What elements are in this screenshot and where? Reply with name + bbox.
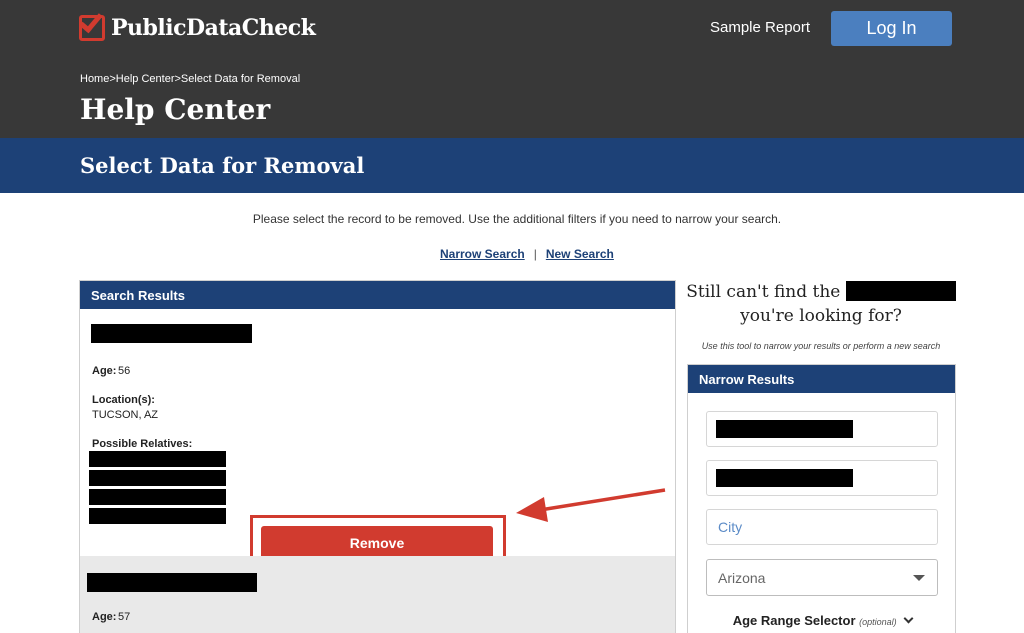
- dropdown-caret-icon: [913, 575, 925, 581]
- narrow-search-link[interactable]: Narrow Search: [440, 247, 525, 261]
- breadcrumb-help-center[interactable]: Help Center: [116, 73, 175, 85]
- last-name-field[interactable]: [706, 460, 938, 496]
- age-value: 56: [118, 365, 131, 377]
- site-logo[interactable]: PublicDataCheck: [79, 8, 316, 41]
- logo-text: PublicDataCheck: [111, 15, 316, 41]
- redacted-value: [716, 469, 853, 487]
- relatives-label: Possible Relatives:: [92, 438, 193, 450]
- result-record: Age: 56 Location(s): TUCSON, AZ Possible…: [80, 309, 675, 571]
- narrow-results-header: Narrow Results: [688, 365, 955, 393]
- redacted-name: [87, 573, 257, 592]
- sample-report-link[interactable]: Sample Report: [710, 19, 810, 36]
- redacted-relative: [89, 489, 226, 505]
- age-label: Age:: [92, 365, 117, 377]
- login-button[interactable]: Log In: [831, 11, 952, 46]
- result-record: Age: 57: [80, 556, 675, 633]
- redacted-name: [845, 281, 956, 301]
- page-title: Help Center: [80, 93, 271, 126]
- breadcrumb: Home>Help Center>Select Data for Removal: [80, 73, 300, 85]
- location-label: Location(s):: [92, 394, 155, 406]
- narrow-results-panel: Narrow Results City Arizona Age Range Se…: [687, 364, 956, 633]
- age-range-selector[interactable]: Age Range Selector (optional): [688, 613, 957, 628]
- first-name-field[interactable]: [706, 411, 938, 447]
- redacted-name: [91, 324, 252, 343]
- new-search-link[interactable]: New Search: [546, 247, 614, 261]
- age-range-label: Age Range Selector: [732, 613, 856, 628]
- search-results-panel: Search Results Age: 56 Location(s): TUCS…: [79, 280, 676, 633]
- breadcrumb-current: Select Data for Removal: [180, 73, 301, 85]
- state-select-value: Arizona: [718, 570, 766, 586]
- still-cant-find-heading: Still can't find the you're looking for?: [686, 280, 956, 328]
- link-separator: |: [533, 247, 537, 261]
- location-value: TUCSON, AZ: [92, 409, 159, 421]
- logo-checkbox-icon: [79, 8, 105, 41]
- city-field[interactable]: City: [706, 509, 938, 545]
- age-range-optional: (optional): [859, 617, 897, 627]
- section-title: Select Data for Removal: [80, 153, 365, 178]
- still-heading-line2: you're looking for?: [740, 306, 902, 326]
- chevron-down-icon: [903, 613, 914, 624]
- search-results-header: Search Results: [80, 281, 675, 309]
- breadcrumb-home[interactable]: Home: [80, 73, 109, 85]
- still-heading-line1: Still can't find the: [686, 282, 841, 302]
- redacted-relative: [89, 470, 226, 486]
- age-value: 57: [118, 611, 131, 623]
- remove-button[interactable]: Remove: [261, 526, 493, 559]
- age-label: Age:: [92, 611, 117, 623]
- instructions-text: Please select the record to be removed. …: [252, 212, 782, 226]
- redacted-value: [716, 420, 853, 438]
- state-select[interactable]: Arizona: [706, 559, 938, 596]
- tool-note: Use this tool to narrow your results or …: [701, 341, 941, 351]
- search-links: Narrow Search | New Search: [440, 247, 614, 261]
- redacted-relative: [89, 451, 226, 467]
- site-header: PublicDataCheck Sample Report Log In Hom…: [0, 0, 1024, 138]
- redacted-relative: [89, 508, 226, 524]
